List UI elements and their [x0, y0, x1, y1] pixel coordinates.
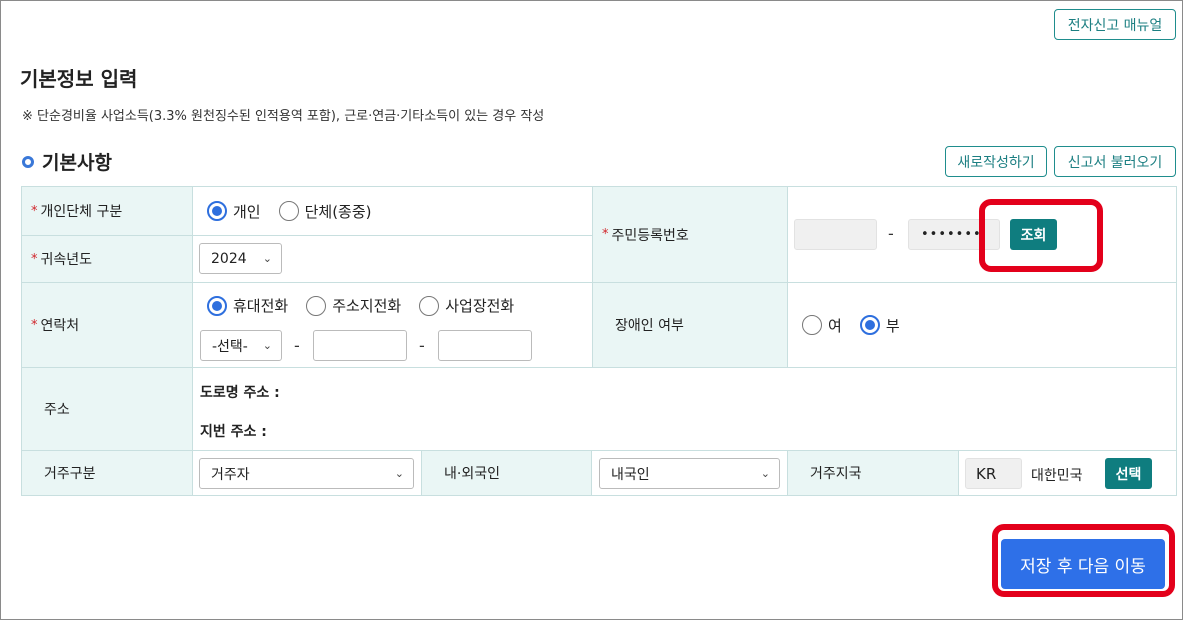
new-form-button[interactable]: 새로작성하기 — [945, 146, 1047, 177]
highlight-box-lookup — [979, 199, 1103, 272]
chevron-down-icon: ⌄ — [394, 467, 404, 480]
address-label: 주소 — [21, 367, 193, 451]
road-address-label: 도로명 주소 : — [200, 385, 280, 401]
residence-country-label: 거주지국 — [787, 450, 959, 496]
page-note: ※ 단순경비율 사업소득(3.3% 원천징수된 인적용역 포함), 근로·연금·… — [22, 109, 545, 124]
residence-label: 거주구분 — [21, 450, 193, 496]
resident-no-label: * 주민등록번호 — [592, 186, 788, 283]
radio-business-phone[interactable]: 사업장전화 — [419, 295, 514, 316]
resident-no-front-input[interactable] — [794, 219, 877, 250]
radio-disability-no[interactable]: 부 — [859, 315, 900, 336]
area-code-select[interactable]: -선택- ⌄ — [200, 330, 282, 361]
contact-type-group: 휴대전화 주소지전화 사업장전화 — [207, 295, 532, 316]
circle-bullet-icon — [22, 155, 34, 168]
section-title-text: 기본사항 — [42, 152, 112, 174]
load-return-button[interactable]: 신고서 불러오기 — [1054, 146, 1176, 177]
chevron-down-icon: ⌄ — [262, 339, 272, 352]
nationality-select[interactable]: 내국인 ⌄ — [599, 458, 780, 489]
manual-button[interactable]: 전자신고 매뉴얼 — [1054, 9, 1176, 40]
person-type-label: * 개인단체 구분 — [21, 186, 193, 236]
country-select-button[interactable]: 선택 — [1105, 458, 1152, 489]
country-code-input[interactable]: KR — [965, 458, 1022, 489]
address-field — [192, 367, 1177, 451]
chevron-down-icon: ⌄ — [262, 252, 272, 265]
radio-group[interactable]: 단체(종중) — [278, 201, 372, 222]
lot-address-label: 지번 주소 : — [200, 424, 267, 440]
contact-dash-2: - — [419, 336, 425, 355]
contact-last-input[interactable] — [438, 330, 532, 361]
person-type-field: 개인 단체(종중) — [192, 186, 593, 236]
contact-label: * 연락처 — [21, 282, 193, 368]
disability-label: 장애인 여부 — [592, 282, 788, 368]
highlight-box-save — [992, 524, 1175, 597]
radio-disability-yes[interactable]: 여 — [802, 315, 842, 336]
residence-select[interactable]: 거주자 ⌄ — [199, 458, 414, 489]
nationality-label: 내·외국인 — [421, 450, 592, 496]
year-select[interactable]: 2024 ⌄ — [199, 243, 282, 274]
section-title: 기본사항 — [22, 148, 112, 175]
disability-field: 여 부 — [787, 282, 1177, 368]
contact-middle-input[interactable] — [313, 330, 407, 361]
radio-individual[interactable]: 개인 — [207, 201, 261, 222]
page-title: 기본정보 입력 — [20, 67, 138, 91]
radio-home-phone[interactable]: 주소지전화 — [306, 295, 401, 316]
contact-dash-1: - — [294, 336, 300, 355]
chevron-down-icon: ⌄ — [760, 467, 770, 480]
radio-mobile[interactable]: 휴대전화 — [207, 295, 288, 316]
country-name: 대한민국 — [1031, 468, 1083, 484]
year-label: * 귀속년도 — [21, 235, 193, 283]
resident-no-dash: - — [888, 224, 894, 243]
